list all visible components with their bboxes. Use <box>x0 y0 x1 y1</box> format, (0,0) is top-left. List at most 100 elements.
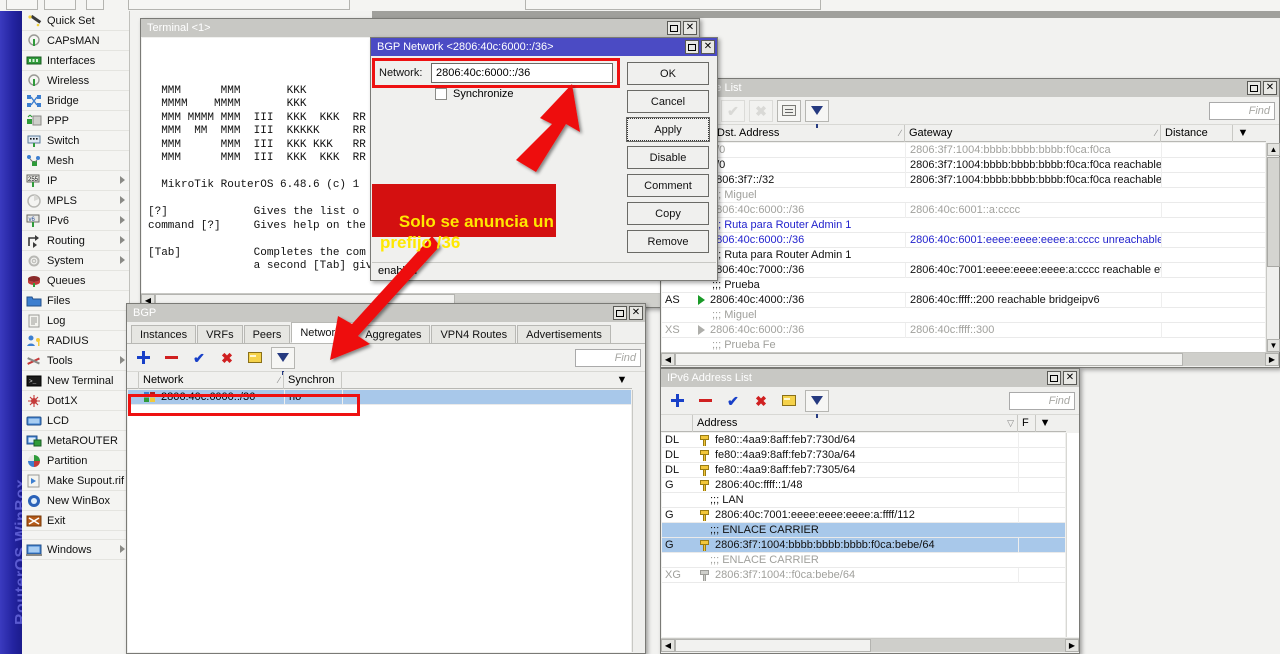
bgp-vscrollbar[interactable] <box>632 390 645 652</box>
sidebar-item-new-terminal[interactable]: >_New Terminal <box>22 371 129 391</box>
route-list-vscrollbar[interactable]: ▲ ▼ <box>1266 143 1279 352</box>
sidebar-item-ip[interactable]: 255IP <box>22 171 129 191</box>
copy-button[interactable]: Copy <box>627 202 709 225</box>
sidebar-item-partition[interactable]: Partition <box>22 451 129 471</box>
table-row[interactable]: ;;; Miguel <box>662 188 1265 203</box>
route-list-hscrollbar[interactable]: ◀ ▶ <box>661 352 1279 366</box>
sidebar-item-tools[interactable]: Tools <box>22 351 129 371</box>
table-row[interactable]: XS2806:40c:6000::/362806:40c:6001::a:ccc… <box>662 203 1265 218</box>
route-list-find-input[interactable]: Find <box>1209 102 1275 120</box>
bgp-find-input[interactable]: Find <box>575 349 641 367</box>
scroll-left-icon[interactable]: ◀ <box>661 353 675 366</box>
comment-icon[interactable] <box>777 100 801 122</box>
scroll-left-icon[interactable]: ◀ <box>661 639 675 652</box>
route-col-dst[interactable]: Dst. Address ∕ <box>713 125 905 142</box>
sidebar-item-quick-set[interactable]: Quick Set <box>22 11 129 31</box>
apply-button[interactable]: Apply <box>627 118 709 141</box>
tab-vpn4-routes[interactable]: VPN4 Routes <box>431 325 516 343</box>
address-list-find-input[interactable]: Find <box>1009 392 1075 410</box>
sidebar-item-metarouter[interactable]: MetaROUTER <box>22 431 129 451</box>
synchronize-row[interactable]: Synchronize <box>379 88 613 100</box>
filter-icon[interactable] <box>805 100 829 122</box>
sidebar-item-bridge[interactable]: Bridge <box>22 91 129 111</box>
table-row[interactable]: ;;; Miguel <box>662 308 1265 323</box>
bgp-col-network[interactable]: Network ∕ <box>139 372 284 389</box>
sidebar-item-capsman[interactable]: CAPsMAN <box>22 31 129 51</box>
toolbar-button-1[interactable] <box>6 0 38 10</box>
table-row[interactable]: ;;; Prueba Fe <box>662 338 1265 352</box>
route-list-hscroll-thumb[interactable] <box>675 353 1183 366</box>
bgp-maximize-button[interactable] <box>613 306 627 320</box>
table-row[interactable]: XS::/02806:3f7:1004:bbbb:bbbb:bbbb:f0ca:… <box>662 143 1265 158</box>
sidebar-item-files[interactable]: Files <box>22 291 129 311</box>
table-row[interactable]: ;;; Ruta para Router Admin 1 <box>662 218 1265 233</box>
sidebar-item-system[interactable]: System <box>22 251 129 271</box>
bgp-network-dialog-titlebar[interactable]: BGP Network <2806:40c:6000::/36> ✕ <box>371 38 717 56</box>
table-row[interactable]: DLfe80::4aa9:8aff:feb7:730d/64 <box>662 433 1065 448</box>
table-row[interactable]: XG2806:3f7:1004::f0ca:bebe/64 <box>662 568 1065 583</box>
sidebar-item-mpls[interactable]: MPLS <box>22 191 129 211</box>
filter-icon[interactable] <box>271 347 295 369</box>
synchronize-checkbox[interactable] <box>435 88 447 100</box>
dialog-close-button[interactable]: ✕ <box>701 40 715 54</box>
terminal-titlebar[interactable]: Terminal <1> ✕ <box>141 19 699 37</box>
address-list-close-button[interactable]: ✕ <box>1063 371 1077 385</box>
toolbar-address-field[interactable] <box>128 0 350 10</box>
address-col-f[interactable]: F <box>1018 415 1036 432</box>
table-row[interactable]: G2806:40c:ffff::1/48 <box>662 478 1065 493</box>
enable-icon[interactable]: ✔ <box>721 390 745 412</box>
table-row[interactable]: G2806:40c:7001:eeee:eeee:eeee:a:ffff/112 <box>662 508 1065 523</box>
scroll-up-icon[interactable]: ▲ <box>1267 143 1280 156</box>
tab-networks[interactable]: Networks <box>291 322 355 343</box>
table-row[interactable]: ;;; Prueba <box>662 278 1265 293</box>
add-icon[interactable] <box>665 390 689 412</box>
route-list-maximize-button[interactable] <box>1247 81 1261 95</box>
scroll-down-icon[interactable]: ▼ <box>1267 339 1280 352</box>
address-list-hscroll-thumb[interactable] <box>675 639 871 652</box>
comment-button[interactable]: Comment <box>627 174 709 197</box>
sidebar-item-exit[interactable]: Exit <box>22 511 129 531</box>
route-col-distance[interactable]: Distance <box>1161 125 1233 142</box>
add-icon[interactable] <box>131 347 155 369</box>
table-row[interactable]: ;;; ENLACE CARRIER <box>662 523 1065 538</box>
sidebar-item-switch[interactable]: Switch <box>22 131 129 151</box>
table-row[interactable]: AS2806:40c:7000::/362806:40c:7001:eeee:e… <box>662 263 1265 278</box>
bgp-col-menu-button[interactable]: ▼ <box>612 372 632 389</box>
terminal-maximize-button[interactable] <box>667 21 681 35</box>
tab-aggregates[interactable]: Aggregates <box>356 325 430 343</box>
table-row[interactable]: ;;; ENLACE CARRIER <box>662 553 1065 568</box>
table-row[interactable]: ;;; Ruta para Router Admin 1 <box>662 248 1265 263</box>
sidebar-item-routing[interactable]: Routing <box>22 231 129 251</box>
dialog-maximize-button[interactable] <box>685 40 699 54</box>
address-list-titlebar[interactable]: IPv6 Address List ✕ <box>661 369 1079 387</box>
sidebar-item-lcd[interactable]: LCD <box>22 411 129 431</box>
table-row[interactable]: XS2806:40c:6000::/362806:40c:ffff::300 <box>662 323 1265 338</box>
disable-button[interactable]: Disable <box>627 146 709 169</box>
sidebar-item-dot1x[interactable]: Dot1X <box>22 391 129 411</box>
tab-peers[interactable]: Peers <box>244 325 291 343</box>
address-col-menu-button[interactable]: ▼ <box>1036 415 1054 432</box>
cancel-button[interactable]: Cancel <box>627 90 709 113</box>
remove-icon[interactable] <box>159 347 183 369</box>
ipv6-address-list-window[interactable]: IPv6 Address List ✕ ✔ ✖ Find Address ▽ F <box>660 368 1080 654</box>
disable-icon[interactable]: ✖ <box>749 390 773 412</box>
sidebar-item-queues[interactable]: Queues <box>22 271 129 291</box>
scroll-right-icon[interactable]: ▶ <box>1265 353 1279 366</box>
toolbar-button-3[interactable] <box>86 0 104 10</box>
sidebar-item-log[interactable]: Log <box>22 311 129 331</box>
route-col-menu-button[interactable]: ▼ <box>1233 125 1253 142</box>
tab-advertisements[interactable]: Advertisements <box>517 325 611 343</box>
disable-icon[interactable]: ✖ <box>215 347 239 369</box>
address-list-maximize-button[interactable] <box>1047 371 1061 385</box>
remove-button[interactable]: Remove <box>627 230 709 253</box>
scroll-right-icon[interactable]: ▶ <box>1065 639 1079 652</box>
table-row[interactable]: AS2806:40c:4000::/362806:40c:ffff::200 r… <box>662 293 1265 308</box>
route-list-vscroll-thumb[interactable] <box>1267 157 1280 267</box>
remove-icon[interactable] <box>693 390 717 412</box>
sidebar-item-radius[interactable]: RADIUS <box>22 331 129 351</box>
address-list-vscrollbar[interactable] <box>1066 433 1079 637</box>
table-row[interactable]: S2806:40c:6000::/362806:40c:6001:eeee:ee… <box>662 233 1265 248</box>
address-col-flags[interactable] <box>661 415 693 432</box>
sidebar-item-windows[interactable]: Windows <box>22 540 129 560</box>
table-row[interactable]: DAb::/02806:3f7:1004:bbbb:bbbb:bbbb:f0ca… <box>662 158 1265 173</box>
